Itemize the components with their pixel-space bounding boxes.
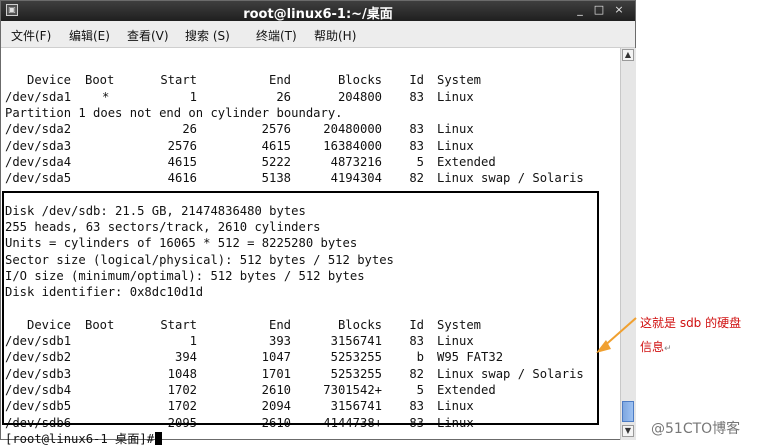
- paragraph-mark-icon: ↵: [664, 344, 672, 354]
- watermark: @51CTO博客: [651, 421, 741, 437]
- annotation-line-2-text: 信息: [640, 340, 665, 354]
- annotation-line-2: 信息↵: [640, 338, 672, 355]
- annotation-arrow: [596, 317, 637, 353]
- annotation-line-1: 这就是 sdb 的硬盘: [640, 316, 742, 330]
